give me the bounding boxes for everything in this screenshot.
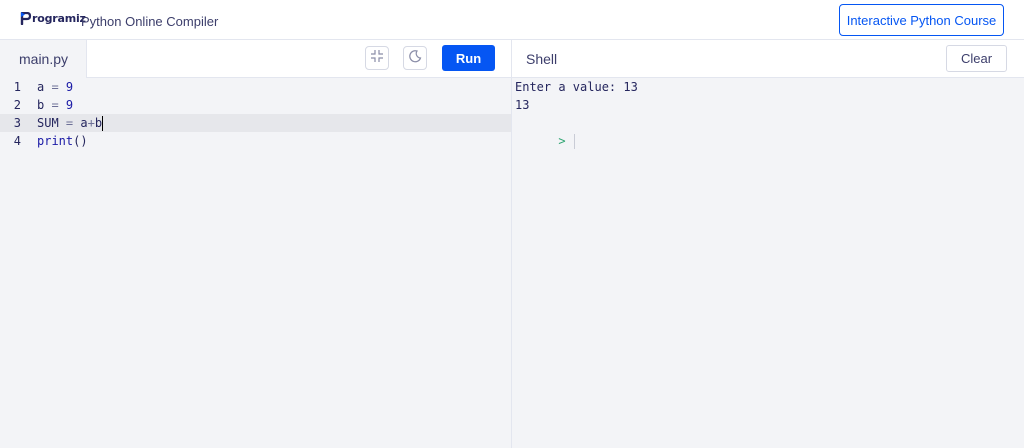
code-text: print() (37, 134, 88, 148)
logo-text: rogramiz (32, 12, 86, 25)
programiz-logo[interactable]: rogramiz (20, 11, 86, 26)
shell-header: Shell Clear (512, 40, 1024, 78)
clear-button[interactable]: Clear (946, 45, 1007, 72)
collapse-button[interactable] (365, 46, 389, 70)
shell-output[interactable]: Enter a value: 13 13 > (515, 78, 638, 149)
code-text: b = 9 (37, 98, 74, 112)
shell-panel: Shell Clear Enter a value: 13 13 > (512, 40, 1024, 448)
programiz-logo-icon (20, 11, 32, 26)
line-number: 3 (13, 116, 21, 130)
editor-panel: main.py Run 1a = 92b = 9 3 SUM = a+b 4 p… (0, 40, 512, 448)
code-text: SUM = a+b (37, 115, 104, 131)
code-text: a = 9 (37, 80, 74, 94)
file-tab-main-py[interactable]: main.py (0, 40, 87, 78)
dark-mode-button[interactable] (403, 46, 427, 70)
shell-output-line: 13 (515, 98, 530, 112)
code-line[interactable]: 1 a = 9 (0, 78, 511, 96)
code-editor[interactable]: 1 a = 9 2 b = 9 3 SUM = a+b 4 print() (0, 78, 511, 448)
shell-prompt-line[interactable]: > (515, 114, 638, 149)
line-number: 2 (13, 98, 21, 112)
line-number: 4 (13, 134, 21, 148)
text-cursor (102, 115, 104, 131)
file-tab-label: main.py (19, 51, 69, 67)
run-button[interactable]: Run (442, 45, 495, 71)
collapse-icon (370, 49, 384, 68)
interactive-course-button[interactable]: Interactive Python Course (839, 4, 1004, 36)
top-bar: rogramiz Python Online Compiler Interact… (0, 0, 1024, 40)
dark-mode-icon (408, 49, 422, 68)
app-title: Python Online Compiler (81, 14, 219, 29)
code-line[interactable]: 3 SUM = a+b (0, 114, 511, 132)
shell-cursor (573, 134, 575, 149)
code-line[interactable]: 2 b = 9 (0, 96, 511, 114)
shell-output-line: Enter a value: 13 (515, 80, 638, 94)
editor-toolbar: main.py Run (0, 40, 511, 78)
line-number: 1 (13, 80, 21, 94)
shell-prompt: > (558, 134, 566, 148)
code-line[interactable]: 4 print() (0, 132, 511, 150)
shell-title: Shell (526, 51, 558, 67)
